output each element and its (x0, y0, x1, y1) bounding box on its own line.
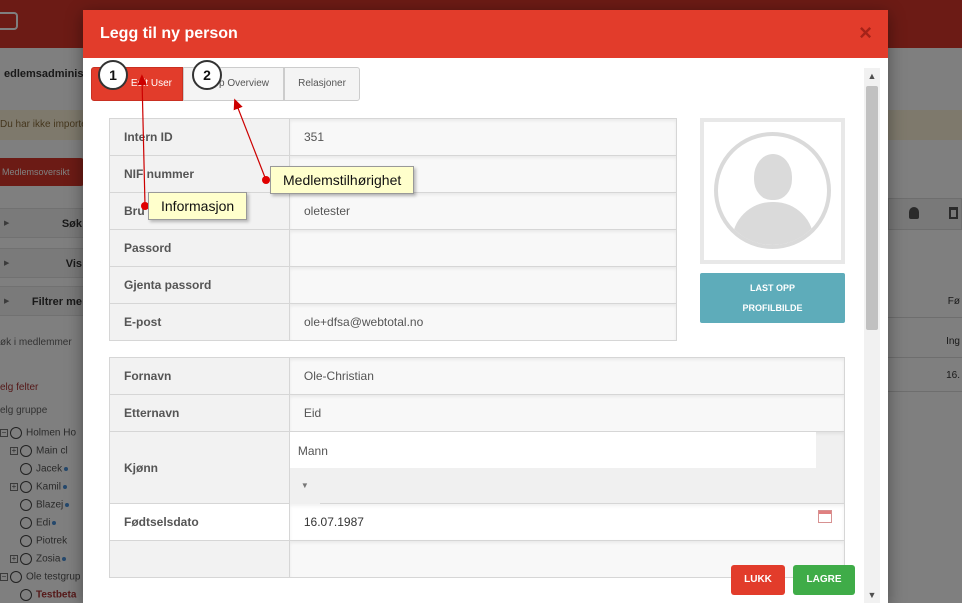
callout-membership: Medlemstilhørighet (270, 166, 415, 194)
form-row-password: Passord (109, 229, 677, 267)
intern-id-field[interactable]: 351 (289, 118, 677, 156)
form-row-first-name: Fornavn Ole-Christian (109, 357, 846, 395)
add-person-modal: Legg til ny person × Edit User p Overvie… (83, 10, 888, 603)
username-field[interactable]: oletester (289, 192, 677, 230)
next-field-label (109, 540, 290, 578)
modal-scrollbar[interactable]: ▲ ▼ (864, 68, 880, 603)
birthdate-label: Fødtselsdato (109, 503, 290, 541)
dropdown-arrow-icon[interactable]: ▼ (289, 468, 320, 504)
form-row-last-name: Etternavn Eid (109, 394, 846, 432)
repeat-password-field[interactable] (289, 266, 677, 304)
profile-picture (700, 118, 845, 264)
avatar-placeholder-icon (714, 132, 831, 249)
form-row-intern-id: Intern ID 351 (109, 118, 677, 156)
email-label: E-post (109, 303, 290, 341)
gender-select[interactable]: Mann (289, 432, 816, 468)
scroll-thumb[interactable] (866, 86, 878, 330)
tab-relations[interactable]: Relasjoner (284, 67, 360, 101)
scroll-up-icon[interactable]: ▲ (864, 68, 880, 84)
modal-tabs: Edit User p Overview Relasjoner (91, 67, 360, 101)
callout-information: Informasjon (148, 192, 248, 220)
close-icon[interactable]: × (859, 22, 872, 44)
step-badge-2: 2 (192, 60, 222, 90)
birthdate-field[interactable]: 16.07.1987 (288, 503, 846, 541)
modal-title: Legg til ny person (100, 25, 238, 42)
intern-id-label: Intern ID (109, 118, 290, 156)
calendar-icon[interactable] (818, 510, 832, 523)
nif-number-label: NIF nummer (109, 155, 290, 193)
gender-cell: Mann ▼ (288, 431, 846, 504)
form-row-gender: Kjønn Mann ▼ (109, 431, 846, 504)
last-name-label: Etternavn (109, 394, 290, 432)
scroll-down-icon[interactable]: ▼ (864, 587, 880, 603)
close-button[interactable]: LUKK (731, 565, 785, 595)
form-row-birthdate: Fødtselsdato 16.07.1987 (109, 503, 846, 541)
repeat-password-label: Gjenta passord (109, 266, 290, 304)
upload-button-line2: PROFILBILDE (742, 303, 803, 313)
password-field[interactable] (289, 229, 677, 267)
last-name-field[interactable]: Eid (288, 394, 846, 432)
first-name-label: Fornavn (109, 357, 290, 395)
form-row-email: E-post ole+dfsa@webtotal.no (109, 303, 677, 341)
upload-profile-picture-button[interactable]: LAST OPP PROFILBILDE (700, 273, 845, 323)
email-field[interactable]: ole+dfsa@webtotal.no (289, 303, 677, 341)
password-label: Passord (109, 229, 290, 267)
upload-button-line1: LAST OPP (749, 283, 795, 293)
form-row-repeat-password: Gjenta passord (109, 266, 677, 304)
first-name-field[interactable]: Ole-Christian (288, 357, 846, 395)
modal-header: Legg til ny person × (83, 10, 888, 58)
save-button[interactable]: LAGRE (793, 565, 855, 595)
account-form: Intern ID 351 NIF nummer Bru oletester Pas… (109, 118, 677, 341)
step-badge-1: 1 (98, 60, 128, 90)
gender-label: Kjønn (109, 431, 290, 504)
person-form: Fornavn Ole-Christian Etternavn Eid Kjønn … (109, 357, 846, 578)
